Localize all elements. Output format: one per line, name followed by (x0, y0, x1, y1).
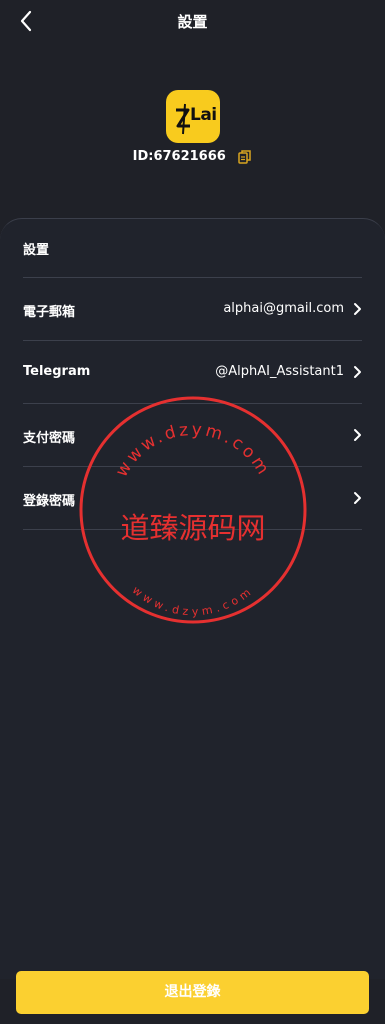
copy-icon[interactable] (238, 149, 252, 164)
telegram-row[interactable]: Telegram @AlphAI_Assistant1 (23, 340, 362, 403)
app-logo: Lai (166, 90, 220, 143)
chevron-right-icon (354, 429, 361, 441)
user-id-text: ID:67621666 (132, 149, 226, 164)
login-password-label: 登錄密碼 (23, 494, 76, 509)
chevron-right-icon (354, 492, 361, 504)
header: 設置 (0, 0, 385, 44)
email-row[interactable]: 電子郵箱 alphai@gmail.com (23, 277, 362, 340)
telegram-label: Telegram (23, 364, 91, 379)
user-id: ID:67621666 (0, 149, 385, 164)
section-title: 設置 (23, 243, 50, 258)
payment-password-label: 支付密碼 (23, 431, 76, 446)
settings-card: 設置 電子郵箱 alphai@gmail.com Telegram @AlphA… (0, 218, 385, 979)
telegram-value: @AlphAI_Assistant1 (215, 364, 344, 379)
email-value: alphai@gmail.com (223, 301, 344, 316)
chevron-right-icon (354, 366, 361, 378)
page-title: 設置 (177, 13, 208, 31)
logout-button[interactable]: 退出登錄 (16, 971, 369, 1014)
payment-password-row[interactable]: 支付密碼 (23, 403, 362, 466)
logo-text: Lai (190, 105, 217, 125)
chevron-right-icon (354, 303, 361, 315)
email-label: 電子郵箱 (23, 305, 76, 320)
login-password-row[interactable]: 登錄密碼 (23, 466, 362, 530)
